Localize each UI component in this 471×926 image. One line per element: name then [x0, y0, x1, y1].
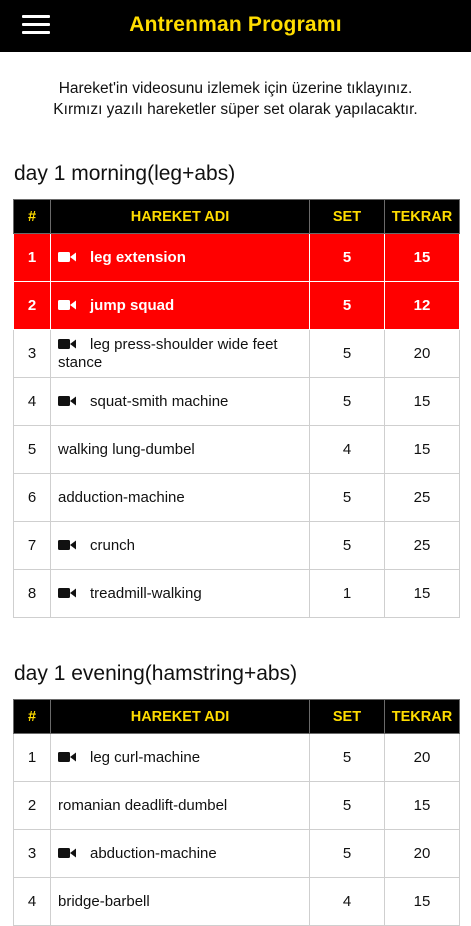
exercise-name-cell[interactable]: crunch — [50, 521, 310, 570]
exercise-name: romanian deadlift-dumbel — [58, 796, 228, 814]
row-number: 1 — [13, 733, 51, 782]
exercise-name: crunch — [90, 536, 136, 554]
top-app-bar: Antrenman Programı — [0, 0, 471, 52]
set-count: 5 — [309, 521, 385, 570]
row-number: 5 — [13, 425, 51, 474]
column-header-set: SET — [309, 199, 385, 234]
video-camera-icon[interactable] — [58, 587, 80, 599]
exercise-table: # HAREKET ADI SET TEKRAR 1 leg extension 5… — [13, 199, 460, 618]
video-camera-icon[interactable] — [58, 251, 80, 263]
set-count: 1 — [309, 569, 385, 618]
column-header-rep: TEKRAR — [384, 699, 460, 734]
rep-count: 25 — [384, 521, 460, 570]
rep-count: 20 — [384, 829, 460, 878]
exercise-name: leg extension — [90, 248, 186, 266]
exercise-name: adduction-machine — [58, 488, 185, 506]
row-number: 6 — [13, 473, 51, 522]
column-header-set: SET — [309, 699, 385, 734]
table-row[interactable]: 6 adduction-machine 5 25 — [13, 473, 460, 522]
table-row[interactable]: 8 treadmill-walking 1 15 — [13, 569, 460, 618]
row-number: 7 — [13, 521, 51, 570]
column-header-rep: TEKRAR — [384, 199, 460, 234]
rep-count: 15 — [384, 425, 460, 474]
exercise-name-cell[interactable]: adduction-machine — [50, 473, 310, 522]
rep-count: 20 — [384, 733, 460, 782]
video-camera-icon[interactable] — [58, 539, 80, 551]
intro-text: Hareket'in videosunu izlemek için üzerin… — [0, 78, 471, 120]
table-row[interactable]: 5 walking lung-dumbel 4 15 — [13, 425, 460, 474]
table-row[interactable]: 1 leg curl-machine 5 20 — [13, 733, 460, 782]
exercise-name-cell[interactable]: leg extension — [50, 233, 310, 282]
exercise-name: bridge-barbell — [58, 892, 150, 910]
rep-count: 15 — [384, 877, 460, 926]
exercise-table: # HAREKET ADI SET TEKRAR 1 leg curl-machi… — [13, 699, 460, 926]
column-header-num: # — [13, 199, 51, 234]
exercise-name-cell[interactable]: treadmill-walking — [50, 569, 310, 618]
table-row[interactable]: 4 squat-smith machine 5 15 — [13, 377, 460, 426]
set-count: 5 — [309, 377, 385, 426]
table-header-row: # HAREKET ADI SET TEKRAR — [13, 699, 460, 734]
exercise-name-cell[interactable]: abduction-machine — [50, 829, 310, 878]
row-number: 2 — [13, 781, 51, 830]
rep-count: 15 — [384, 569, 460, 618]
intro-line-2: Kırmızı yazılı hareketler süper set olar… — [53, 101, 418, 118]
exercise-name: squat-smith machine — [90, 392, 229, 410]
set-count: 5 — [309, 473, 385, 522]
exercise-name-cell[interactable]: walking lung-dumbel — [50, 425, 310, 474]
exercise-name-cell[interactable]: leg curl-machine — [50, 733, 310, 782]
exercise-name: leg curl-machine — [90, 748, 201, 766]
section-title: day 1 evening(hamstring+abs) — [14, 662, 298, 685]
row-number: 8 — [13, 569, 51, 618]
video-camera-icon[interactable] — [58, 847, 80, 859]
set-count: 5 — [309, 733, 385, 782]
app-title: Antrenman Programı — [129, 13, 342, 36]
table-row[interactable]: 2 romanian deadlift-dumbel 5 15 — [13, 781, 460, 830]
rep-count: 15 — [384, 233, 460, 282]
exercise-name: treadmill-walking — [90, 584, 202, 602]
section-title: day 1 morning(leg+abs) — [14, 162, 236, 185]
table-row[interactable]: 1 leg extension 5 15 — [13, 233, 460, 282]
column-header-name: HAREKET ADI — [50, 199, 310, 234]
set-count: 5 — [309, 233, 385, 282]
video-camera-icon[interactable] — [58, 338, 80, 350]
table-header-row: # HAREKET ADI SET TEKRAR — [13, 199, 460, 234]
rep-count: 20 — [384, 329, 460, 378]
video-camera-icon[interactable] — [58, 395, 80, 407]
row-number: 3 — [13, 329, 51, 378]
row-number: 1 — [13, 233, 51, 282]
row-number: 3 — [13, 829, 51, 878]
set-count: 5 — [309, 281, 385, 330]
exercise-name: jump squad — [90, 296, 175, 314]
exercise-name-cell[interactable]: romanian deadlift-dumbel — [50, 781, 310, 830]
table-row[interactable]: 3 leg press-shoulder wide feet stance 5 20 — [13, 329, 460, 378]
exercise-name: leg press-shoulder wide feet stance — [58, 335, 278, 371]
exercise-name-cell[interactable]: jump squad — [50, 281, 310, 330]
video-camera-icon[interactable] — [58, 299, 80, 311]
exercise-name-cell[interactable]: squat-smith machine — [50, 377, 310, 426]
rep-count: 25 — [384, 473, 460, 522]
table-row[interactable]: 2 jump squad 5 12 — [13, 281, 460, 330]
column-header-name: HAREKET ADI — [50, 699, 310, 734]
row-number: 4 — [13, 377, 51, 426]
rep-count: 15 — [384, 377, 460, 426]
set-count: 5 — [309, 329, 385, 378]
rep-count: 15 — [384, 781, 460, 830]
exercise-name-cell[interactable]: leg press-shoulder wide feet stance — [50, 329, 310, 378]
set-count: 5 — [309, 829, 385, 878]
table-row[interactable]: 7 crunch 5 25 — [13, 521, 460, 570]
exercise-name-cell[interactable]: bridge-barbell — [50, 877, 310, 926]
exercise-name: abduction-machine — [90, 844, 217, 862]
exercise-name: walking lung-dumbel — [58, 440, 195, 458]
video-camera-icon[interactable] — [58, 751, 80, 763]
rep-count: 12 — [384, 281, 460, 330]
intro-line-1: Hareket'in videosunu izlemek için üzerin… — [58, 80, 413, 97]
table-row[interactable]: 3 abduction-machine 5 20 — [13, 829, 460, 878]
row-number: 4 — [13, 877, 51, 926]
set-count: 4 — [309, 877, 385, 926]
set-count: 4 — [309, 425, 385, 474]
column-header-num: # — [13, 699, 51, 734]
table-row[interactable]: 4 bridge-barbell 4 15 — [13, 877, 460, 926]
row-number: 2 — [13, 281, 51, 330]
set-count: 5 — [309, 781, 385, 830]
